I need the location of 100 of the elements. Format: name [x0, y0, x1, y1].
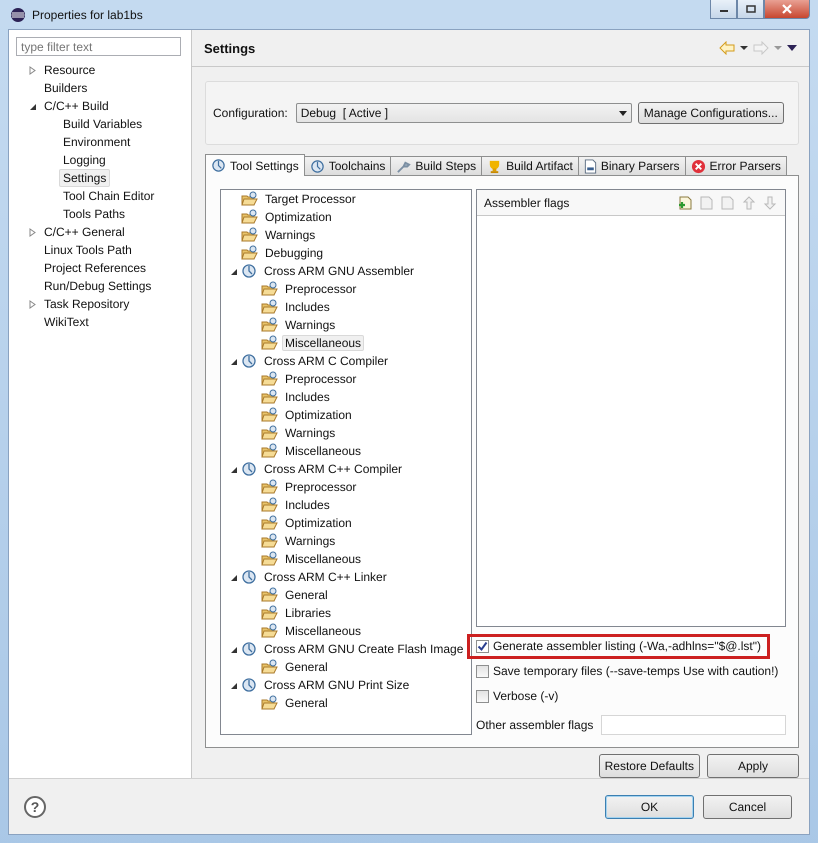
folder-icon: [261, 695, 278, 711]
tree-item[interactable]: Cross ARM C++ Compiler: [261, 461, 406, 477]
tree-item[interactable]: Run/Debug Settings: [40, 277, 156, 295]
tree-item[interactable]: Cross ARM GNU Print Size: [261, 677, 412, 693]
expand-icon[interactable]: [28, 228, 37, 236]
tree-item[interactable]: General: [282, 587, 331, 603]
expand-icon[interactable]: [28, 300, 37, 308]
tree-item[interactable]: Miscellaneous: [282, 551, 364, 567]
tree-item[interactable]: Tool Chain Editor: [59, 187, 158, 205]
filter-field[interactable]: type filter text: [16, 37, 181, 56]
tree-item[interactable]: Cross ARM GNU Assembler: [261, 263, 418, 279]
manage-configurations-button[interactable]: Manage Configurations...: [638, 102, 784, 124]
tree-item[interactable]: Cross ARM C++ Linker: [261, 569, 390, 585]
checkbox-label: Generate assembler listing (-Wa,-adhlns="$@.lst"): [493, 639, 762, 654]
collapse-icon[interactable]: [229, 464, 238, 474]
tree-item[interactable]: Environment: [59, 133, 134, 151]
tree-item[interactable]: Includes: [282, 299, 333, 315]
folder-icon: [261, 623, 278, 639]
tree-item[interactable]: Preprocessor: [282, 371, 360, 387]
tree-item[interactable]: Miscellaneous: [282, 443, 364, 459]
tree-item[interactable]: General: [282, 659, 331, 675]
collapse-icon[interactable]: [28, 102, 37, 110]
tree-item[interactable]: Warnings: [282, 533, 338, 549]
input-field[interactable]: [601, 714, 786, 735]
folder-icon: [261, 515, 278, 531]
tree-item[interactable]: C/C++ Build: [40, 97, 113, 115]
page-title: Settings: [204, 40, 256, 56]
tab[interactable]: Toolchains: [304, 156, 392, 175]
dropdown-icon: [618, 110, 627, 116]
tree-item[interactable]: Preprocessor: [282, 479, 360, 495]
checkbox[interactable]: [476, 640, 489, 653]
folder-icon: [241, 209, 258, 225]
tree-item[interactable]: Logging: [59, 151, 110, 169]
checkbox[interactable]: [476, 664, 489, 678]
expand-icon[interactable]: [28, 66, 37, 74]
tab[interactable]: Build Artifact: [481, 156, 579, 175]
back-arrow-icon[interactable]: [719, 41, 735, 55]
add-icon[interactable]: [678, 194, 694, 210]
tree-item[interactable]: C/C++ General: [40, 223, 129, 241]
tree-item[interactable]: WikiText: [40, 313, 93, 331]
help-button[interactable]: ?: [24, 796, 46, 818]
close-button[interactable]: [764, 0, 810, 19]
dropdown-icon[interactable]: [740, 45, 748, 51]
tree-item[interactable]: Libraries: [282, 605, 334, 621]
folder-icon: [261, 281, 278, 297]
tab[interactable]: Build Steps: [390, 156, 482, 175]
folder-icon: [261, 335, 278, 351]
tab[interactable]: Binary Parsers: [578, 156, 686, 175]
tree-item[interactable]: Miscellaneous: [282, 623, 364, 639]
tree-item[interactable]: Linux Tools Path: [40, 241, 136, 259]
field-label: Other assembler flags: [476, 718, 594, 732]
tree-item[interactable]: Preprocessor: [282, 281, 360, 297]
tree-item[interactable]: Cross ARM C Compiler: [261, 353, 392, 369]
tree-item[interactable]: Cross ARM GNU Create Flash Image: [261, 641, 466, 657]
collapse-icon[interactable]: [229, 644, 238, 654]
tree-item[interactable]: Settings: [59, 169, 110, 187]
maximize-button[interactable]: [737, 0, 764, 19]
window-title: Properties for lab1bs: [32, 8, 143, 22]
tree-item[interactable]: Resource: [40, 61, 100, 79]
folder-icon: [261, 299, 278, 315]
collapse-icon[interactable]: [229, 266, 238, 276]
folder-icon: [261, 317, 278, 333]
view-menu-icon[interactable]: [787, 45, 797, 51]
minimize-button[interactable]: [710, 0, 737, 19]
tree-item[interactable]: Builders: [40, 79, 92, 97]
tree-item[interactable]: Build Variables: [59, 115, 146, 133]
folder-icon: [241, 245, 258, 261]
folder-icon: [261, 479, 278, 495]
folder-icon: [261, 587, 278, 603]
tree-item[interactable]: Optimization: [262, 209, 335, 225]
checkbox[interactable]: [476, 690, 489, 703]
folder-icon: [261, 407, 278, 423]
collapse-icon[interactable]: [229, 572, 238, 582]
tree-item[interactable]: Optimization: [282, 407, 355, 423]
tree-item[interactable]: Includes: [282, 389, 333, 405]
page-button[interactable]: Restore Defaults: [598, 754, 700, 778]
tree-item[interactable]: Optimization: [282, 515, 355, 531]
tree-item[interactable]: General: [282, 695, 331, 711]
checkbox-label: Verbose (-v): [493, 689, 558, 704]
tree-item[interactable]: Target Processor: [262, 191, 359, 207]
collapse-icon[interactable]: [229, 680, 238, 690]
page-button[interactable]: Apply: [707, 754, 799, 778]
collapse-icon[interactable]: [229, 356, 238, 366]
tree-item[interactable]: Debugging: [262, 245, 326, 261]
configuration-dropdown[interactable]: Debug [ Active ]: [296, 103, 632, 123]
tree-item[interactable]: Warnings: [282, 425, 338, 441]
tree-item[interactable]: Tools Paths: [59, 205, 130, 223]
tree-item[interactable]: Project References: [40, 259, 150, 277]
close-icon: [781, 4, 793, 14]
configuration-label: Configuration:: [213, 106, 288, 120]
tab[interactable]: Tool Settings: [205, 154, 305, 176]
dialog-button[interactable]: OK: [605, 794, 694, 818]
dialog-button[interactable]: Cancel: [703, 794, 792, 818]
tree-item[interactable]: Miscellaneous: [282, 335, 364, 351]
checkbox-label: Save temporary files (--save-temps Use with caution!): [493, 664, 778, 678]
tree-item[interactable]: Task Repository: [40, 295, 134, 313]
tree-item[interactable]: Warnings: [262, 227, 318, 243]
tab[interactable]: Error Parsers: [684, 156, 787, 175]
tree-item[interactable]: Warnings: [282, 317, 338, 333]
tree-item[interactable]: Includes: [282, 497, 333, 513]
